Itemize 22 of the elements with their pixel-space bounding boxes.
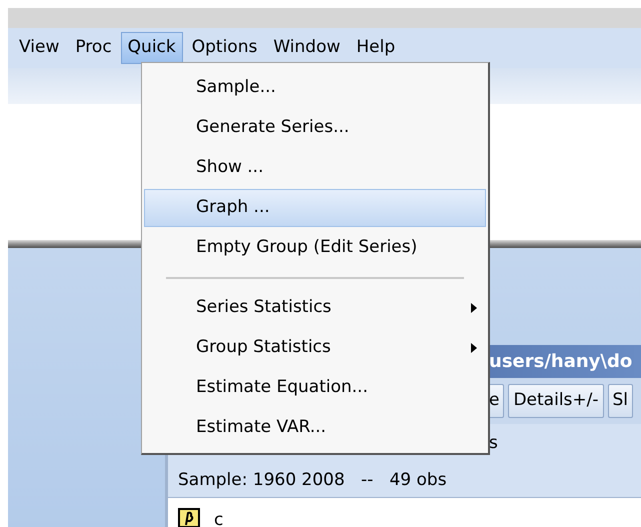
menu-option[interactable]: Generate Series... <box>144 109 486 147</box>
menu-option[interactable]: Group Statistics <box>144 329 486 367</box>
menu-option[interactable]: Show ... <box>144 149 486 187</box>
menu-option[interactable]: Graph ... <box>144 189 486 227</box>
menu-option[interactable]: Estimate VAR... <box>144 409 486 447</box>
coefficient-icon <box>178 508 200 527</box>
menu-item[interactable]: Help <box>349 32 402 64</box>
toolbar-button[interactable]: Details+/- <box>508 384 604 418</box>
menu-option[interactable]: Sample... <box>144 69 486 107</box>
menu-item[interactable]: Quick <box>120 32 183 64</box>
toolbar-button[interactable]: Sl <box>608 384 634 418</box>
menu-item[interactable]: View <box>12 32 66 64</box>
menu-option[interactable]: Empty Group (Edit Series) <box>144 229 486 267</box>
info-text: s <box>489 432 498 456</box>
window-title: users/hany\do <box>489 350 632 374</box>
series-name[interactable]: c <box>214 508 224 527</box>
menu-option[interactable]: Series Statistics <box>144 289 486 327</box>
menu-item[interactable]: Options <box>184 32 264 64</box>
sample-text: Sample: 1960 2008 -- 49 obs <box>178 468 447 492</box>
menu-item[interactable]: Window <box>266 32 348 64</box>
menu-option[interactable]: Estimate Equation... <box>144 369 486 407</box>
menu-item[interactable]: Proc <box>68 32 119 64</box>
